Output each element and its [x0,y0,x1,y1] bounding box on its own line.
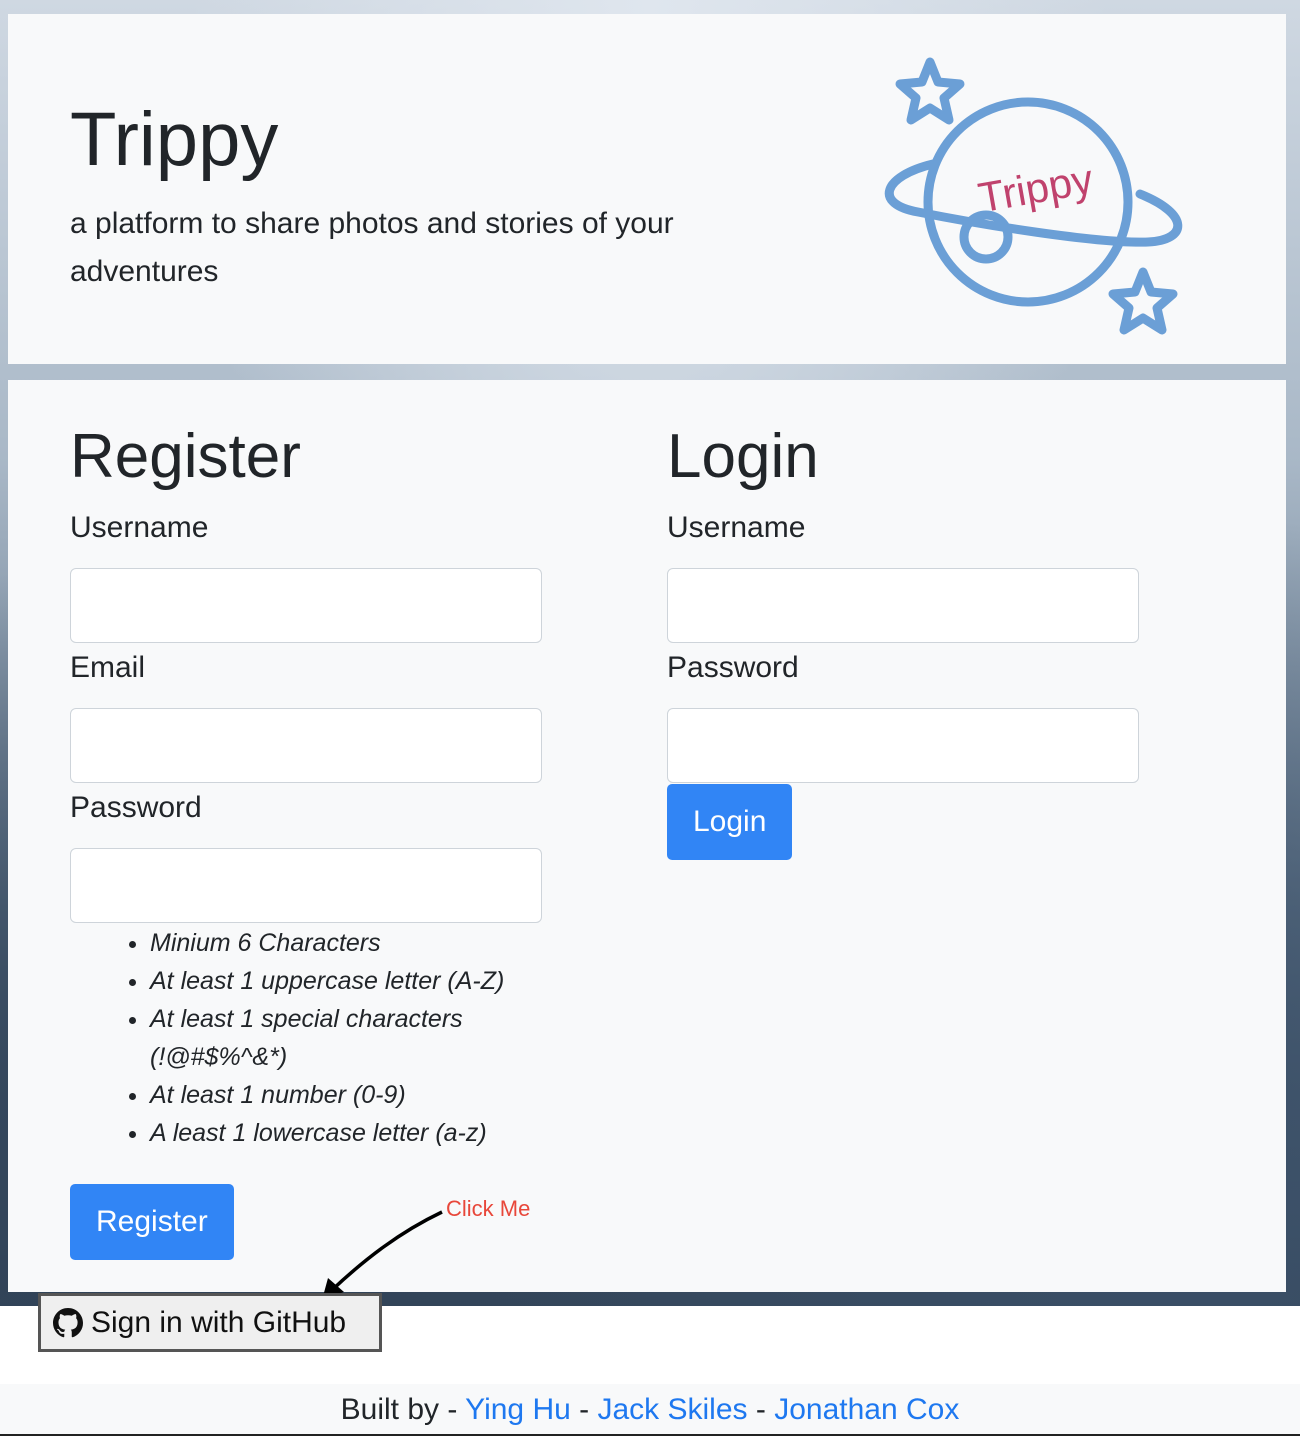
password-rule: At least 1 uppercase letter (A-Z) [150,962,570,1000]
github-signin-button[interactable]: Sign in with GitHub [38,1293,382,1352]
login-heading: Login [667,422,819,491]
password-rules-list: Minium 6 Characters At least 1 uppercase… [120,924,570,1152]
register-username-label: Username [70,511,209,544]
login-username-input[interactable] [667,568,1139,643]
author-link-jonathan-cox[interactable]: Jonathan Cox [774,1393,959,1426]
password-rule: At least 1 number (0-9) [150,1076,570,1114]
annotation-arrow-icon [322,1210,443,1300]
github-signin-label: Sign in with GitHub [91,1305,347,1339]
trippy-logo: Trippy [884,57,1183,335]
footer-prefix: Built by [340,1393,440,1426]
register-password-input[interactable] [70,848,542,923]
register-button[interactable]: Register [70,1184,234,1260]
footer-separator: - [755,1393,766,1426]
login-password-label: Password [667,651,799,684]
logo-text: Trippy [975,155,1097,221]
footer: Built by - Ying Hu - Jack Skiles - Jonat… [0,1384,1300,1436]
password-rule: At least 1 special characters (!@#$%^&*) [150,1000,570,1076]
register-password-label: Password [70,791,202,824]
author-link-jack-skiles[interactable]: Jack Skiles [597,1393,747,1426]
login-button[interactable]: Login [667,784,793,860]
footer-separator: - [447,1393,458,1426]
register-email-label: Email [70,651,146,684]
hero-title: Trippy [70,97,279,182]
auth-card: Register Username Email Password Minium … [8,380,1286,1292]
author-link-ying-hu[interactable]: Ying Hu [465,1393,571,1426]
password-rule: A least 1 lowercase letter (a-z) [150,1114,570,1152]
register-email-input[interactable] [70,708,542,783]
register-heading: Register [70,422,301,491]
password-rule: Minium 6 Characters [150,924,570,962]
login-password-input[interactable] [667,708,1139,783]
github-icon [53,1307,83,1337]
register-username-input[interactable] [70,568,542,643]
hero-subtitle: a platform to share photos and stories o… [70,207,674,288]
login-username-label: Username [667,511,806,544]
footer-separator: - [579,1393,590,1426]
hero-jumbotron: Trippy a platform to share photos and st… [8,14,1286,364]
